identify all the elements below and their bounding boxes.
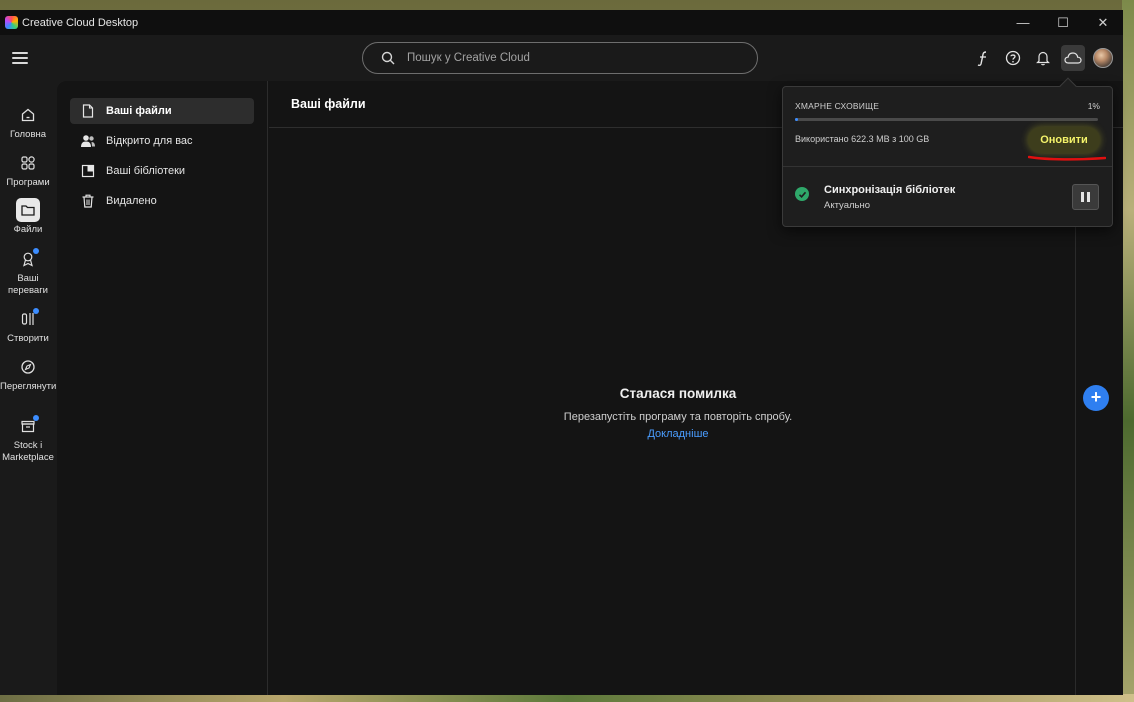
error-title: Сталася помилка [619,386,737,401]
nav-item-create[interactable]: Створити [0,307,56,345]
notification-dot [33,308,39,314]
discover-icon [16,355,40,379]
cloud-storage-popover: ХМАРНЕ СХОВИЩЕ 1% Використано 622.3 MB з… [782,77,1113,227]
search-bar[interactable] [362,42,758,74]
badge-icon [16,247,40,271]
desktop-background [1122,0,1134,702]
nav-item-discover[interactable]: Переглянути [0,355,56,393]
storage-percent: 1% [1087,101,1100,111]
sync-title: Синхронізація бібліотек [824,184,956,196]
subnav-item-your-files[interactable]: Ваші файли [70,98,254,124]
nav-item-files[interactable]: Файли [0,198,56,236]
storage-used-text: Використано 622.3 MB з 100 GB [795,134,930,144]
folder-icon [16,198,40,222]
nav-item-benefits[interactable]: Ваші переваги [0,247,56,297]
notification-dot [33,415,39,421]
apps-icon [16,151,40,175]
subnav-label: Ваші бібліотеки [106,165,186,177]
upgrade-button[interactable]: Оновити [1028,127,1100,153]
error-message-block: Сталася помилка Перезапустіть програму т… [269,386,1087,442]
title-bar: Creative Cloud Desktop — ☐ ✕ [0,10,1123,35]
subnav-item-libraries[interactable]: Ваші бібліотеки [70,158,254,184]
left-navigation: Головна Програми Файли Ваші переваги Ств… [0,81,56,695]
subnav-item-shared[interactable]: Відкрито для вас [70,128,254,154]
check-circle-icon [795,187,809,201]
profile-button[interactable] [1091,45,1115,71]
top-bar [0,35,1123,81]
cloud-icon[interactable] [1061,45,1085,71]
storage-progress-bar [795,118,1098,121]
trash-icon [80,194,96,208]
fonts-icon[interactable] [971,45,995,71]
nav-label-create: Створити [7,333,49,344]
maximize-button[interactable]: ☐ [1043,10,1083,35]
nav-label-benefits: Ваші переваги [8,273,48,296]
nav-label-home: Головна [9,129,47,140]
creative-cloud-logo-icon [5,16,18,29]
red-annotation-underline [1028,155,1106,161]
files-subnav: Ваші файли Відкрито для вас Ваші бібліот… [57,81,268,695]
search-icon [381,51,395,65]
minimize-button[interactable]: — [1003,10,1043,35]
subnav-label: Ваші файли [106,105,172,117]
storage-section: ХМАРНЕ СХОВИЩЕ 1% Використано 622.3 MB з… [783,87,1112,167]
nav-label-files: Файли [13,224,43,235]
notification-dot [33,248,39,254]
home-icon [16,103,40,127]
search-input[interactable] [407,52,727,64]
nav-label-apps: Програми [6,177,50,188]
nav-label-stock: Stock і Marketplace [2,440,54,463]
people-icon [80,134,96,148]
library-sync-section: Синхронізація бібліотек Актуально [783,167,1112,227]
bell-icon[interactable] [1031,45,1055,71]
desktop-background-bottom [0,694,1134,702]
subnav-label: Видалено [106,195,157,207]
close-button[interactable]: ✕ [1083,10,1123,35]
learn-more-link[interactable]: Докладніше [647,428,708,440]
library-icon [80,164,96,178]
window-title: Creative Cloud Desktop [22,16,139,29]
stock-icon [16,414,40,438]
app-window: Creative Cloud Desktop — ☐ ✕ Пошук у Cre… [0,10,1123,695]
avatar [1093,48,1113,68]
nav-label-discover: Переглянути [0,381,57,392]
nav-item-home[interactable]: Головна [0,103,56,141]
help-icon[interactable] [1001,45,1025,71]
subnav-label: Відкрито для вас [106,135,193,147]
top-icons [971,45,1115,71]
add-button[interactable]: + [1083,385,1109,411]
pause-sync-button[interactable] [1072,184,1099,210]
nav-item-stock[interactable]: Stock і Marketplace [0,414,56,464]
pause-icon [1081,192,1084,202]
subnav-item-deleted[interactable]: Видалено [70,188,254,214]
sync-status: Актуально [824,200,871,211]
create-icon [16,307,40,331]
file-icon [80,104,96,118]
nav-item-apps[interactable]: Програми [0,151,56,189]
hamburger-menu-icon[interactable] [12,48,28,68]
error-description: Перезапустіть програму та повторіть спро… [563,411,793,423]
storage-label: ХМАРНЕ СХОВИЩЕ [795,101,880,111]
storage-progress-fill [795,118,799,121]
